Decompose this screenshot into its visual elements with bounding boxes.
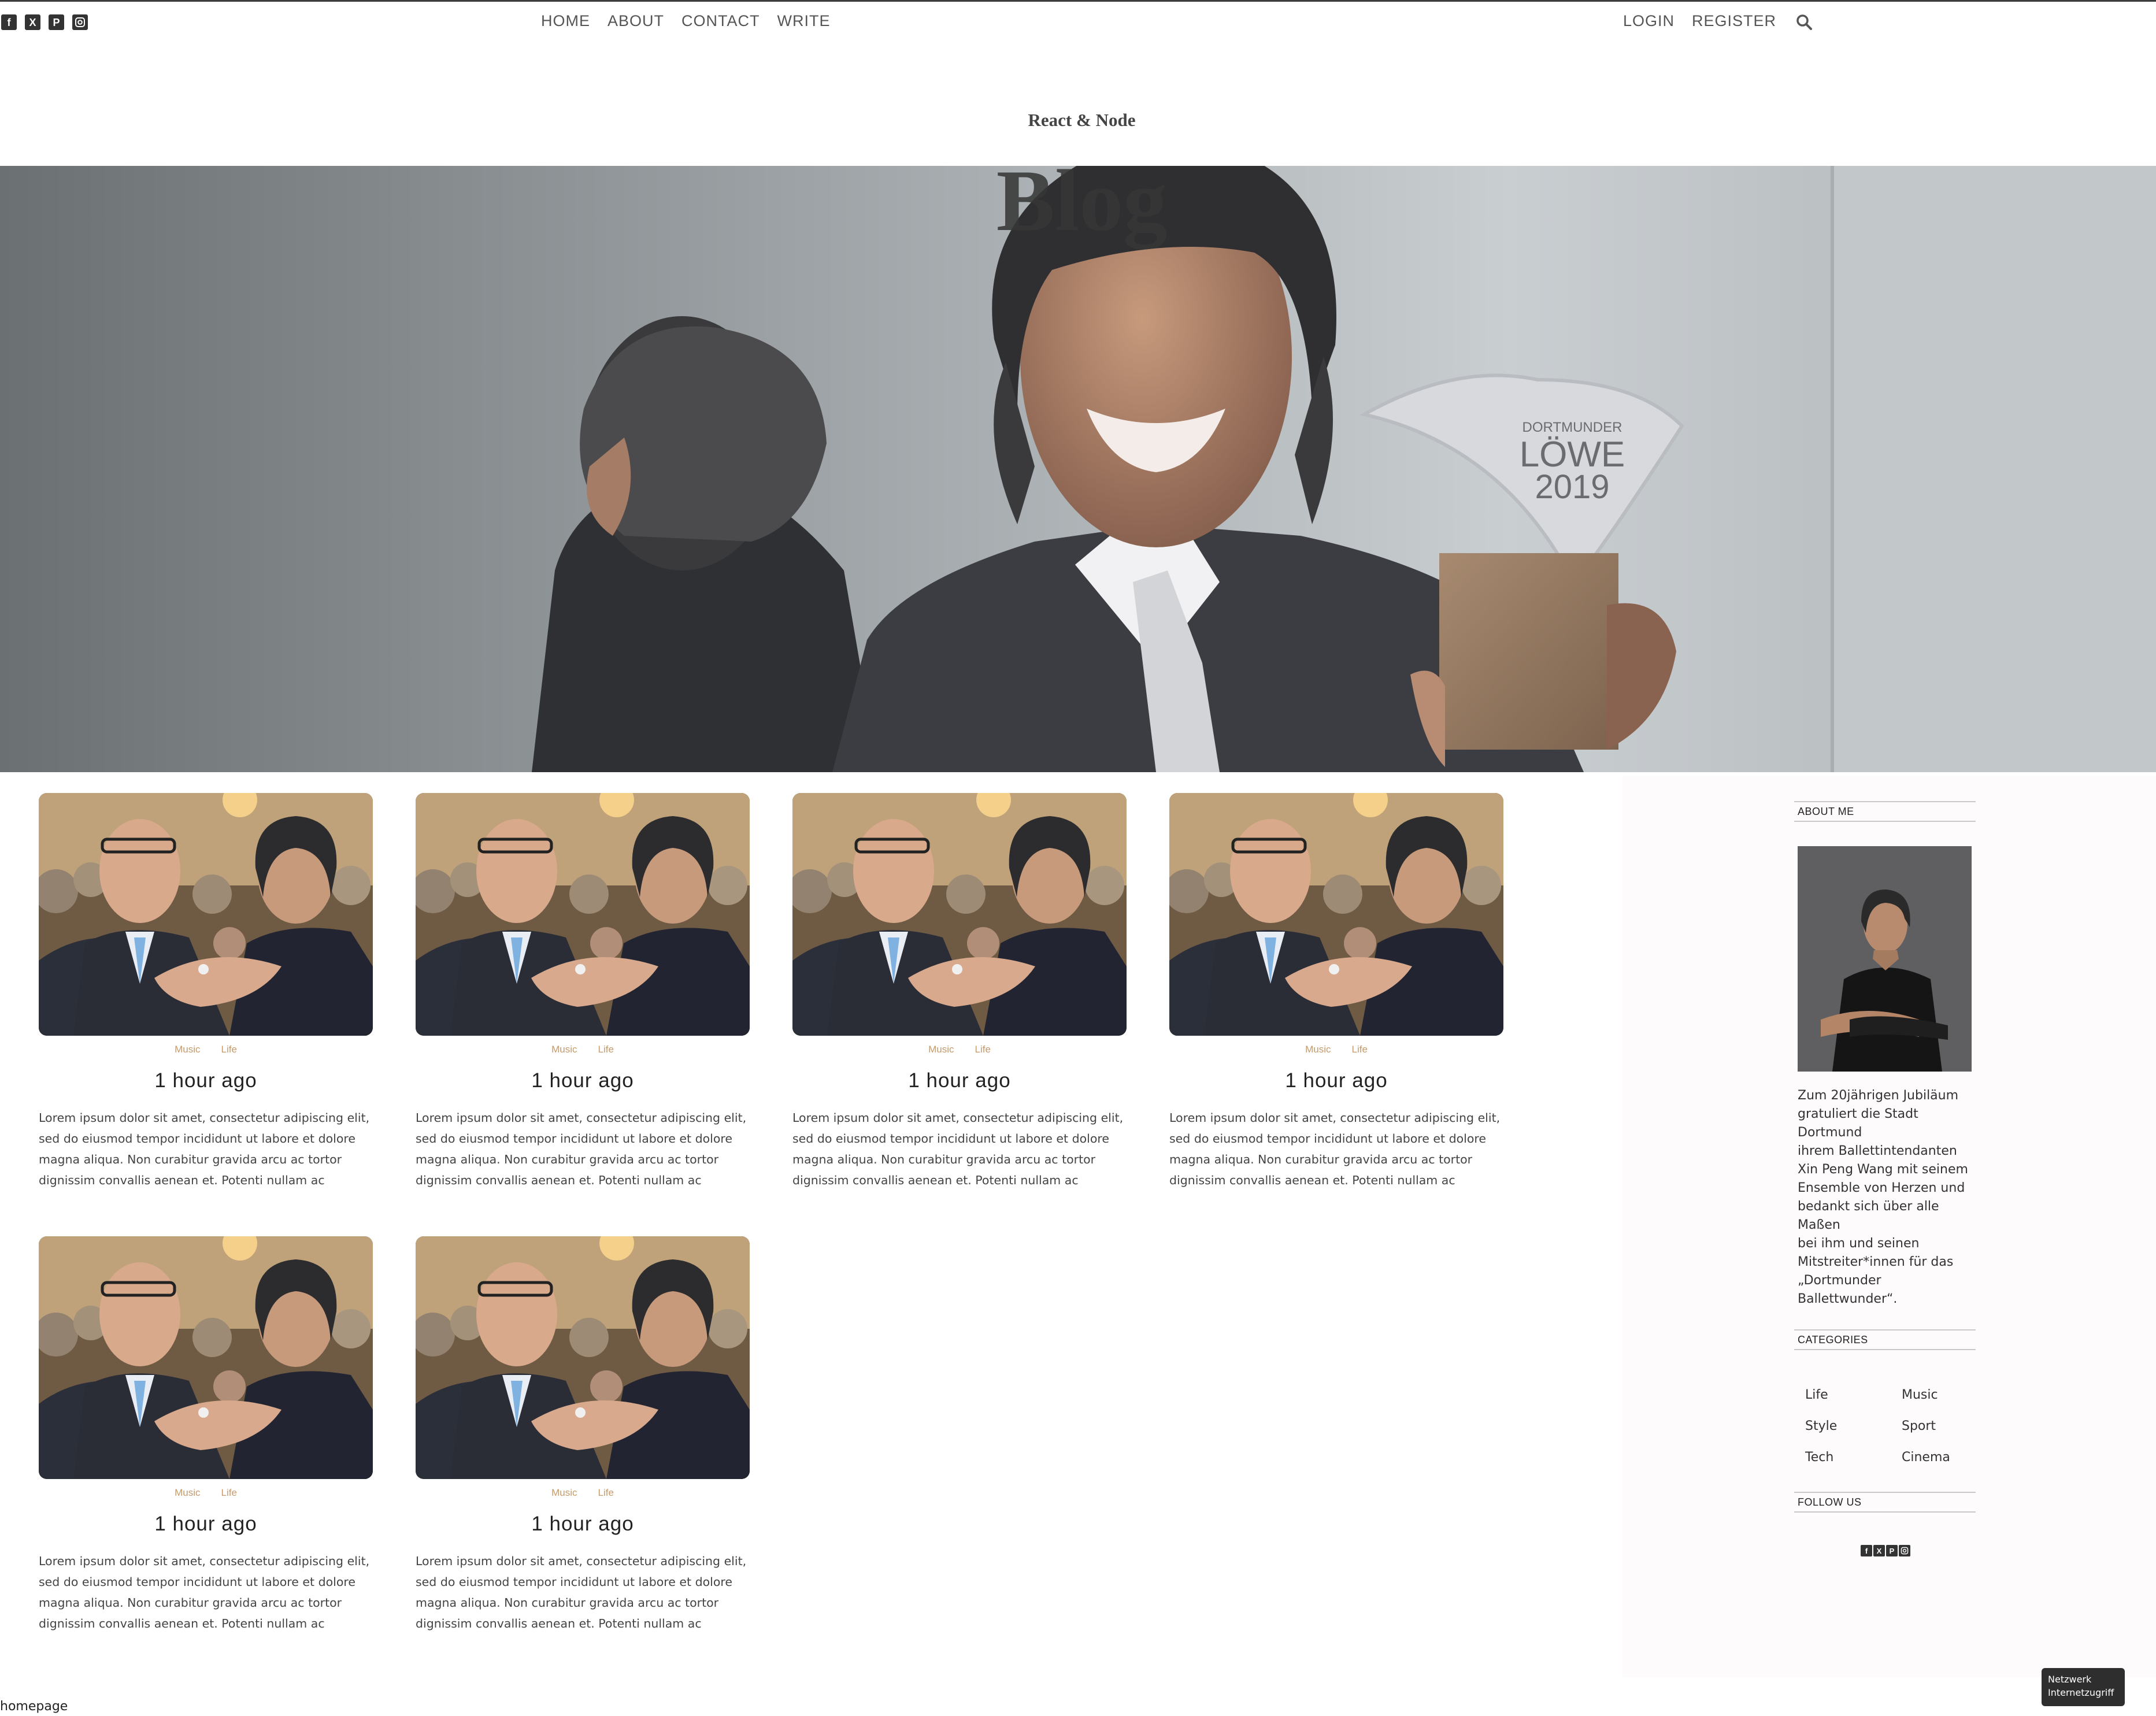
status-bar-url: homepage <box>0 1699 68 1714</box>
post-image[interactable] <box>1169 793 1503 1036</box>
header-subtitle: React & Node <box>1028 110 1136 130</box>
about-line: gratuliert die Stadt <box>1798 1107 1918 1121</box>
post-title[interactable]: 1 hour ago <box>416 1513 750 1536</box>
category-cinema[interactable]: Cinema <box>1902 1448 1979 1467</box>
nav-home[interactable]: HOME <box>541 12 590 30</box>
post: Music Life 1 hour ago Lorem ipsum dolor s… <box>416 793 750 1191</box>
post-categories: Music Life <box>39 1487 373 1502</box>
post-description: Lorem ipsum dolor sit amet, consectetur … <box>1169 1111 1501 1187</box>
post: Music Life 1 hour ago Lorem ipsum dolor s… <box>416 1236 750 1634</box>
auth-links: LOGIN REGISTER <box>1623 12 1776 30</box>
post-category[interactable]: Music <box>1305 1044 1331 1055</box>
x-icon[interactable]: X <box>1873 1545 1885 1556</box>
instagram-icon[interactable] <box>72 14 88 30</box>
post-description: Lorem ipsum dolor sit amet, consectetur … <box>792 1111 1124 1187</box>
post-description: Lorem ipsum dolor sit amet, consectetur … <box>39 1111 370 1187</box>
about-line: „Dortmunder <box>1798 1273 1881 1288</box>
about-line: Ensemble von Herzen und <box>1798 1181 1965 1195</box>
sidebar-about-title: ABOUT ME <box>1794 801 1976 822</box>
post-title[interactable]: 1 hour ago <box>792 1069 1127 1092</box>
post-title[interactable]: 1 hour ago <box>1169 1069 1503 1092</box>
pinterest-icon[interactable]: P <box>1886 1545 1898 1556</box>
post: Music Life 1 hour ago Lorem ipsum dolor s… <box>792 793 1127 1191</box>
category-sport[interactable]: Sport <box>1902 1417 1979 1436</box>
about-line: Dortmund <box>1798 1125 1862 1140</box>
pinterest-icon[interactable]: P <box>49 14 64 30</box>
about-line: bei ihm und seinen <box>1798 1236 1920 1251</box>
about-line: Mitstreiter*innen für das <box>1798 1255 1954 1269</box>
post-category[interactable]: Life <box>1351 1044 1367 1055</box>
header-title: Blog <box>996 152 1168 249</box>
follow-icons: f X P <box>1861 1545 1910 1556</box>
hero-image: DORTMUNDER LÖWE 2019 <box>0 166 2156 772</box>
post-image[interactable] <box>39 1236 373 1479</box>
x-icon[interactable]: X <box>25 14 40 30</box>
post-title[interactable]: 1 hour ago <box>39 1513 373 1536</box>
post: Music Life 1 hour ago Lorem ipsum dolor s… <box>39 1236 373 1634</box>
post-image[interactable] <box>39 793 373 1036</box>
post-image[interactable] <box>416 793 750 1036</box>
about-line: Ballettwunder“. <box>1798 1292 1898 1306</box>
post-description: Lorem ipsum dolor sit amet, consectetur … <box>416 1111 747 1187</box>
post-image[interactable] <box>416 1236 750 1479</box>
post-title[interactable]: 1 hour ago <box>416 1069 750 1092</box>
post-description: Lorem ipsum dolor sit amet, consectetur … <box>39 1554 370 1630</box>
post-categories: Music Life <box>1169 1044 1503 1059</box>
nav-write[interactable]: WRITE <box>777 12 831 30</box>
about-text: Zum 20jährigen Jubiläum gratuliert die S… <box>1798 1087 1977 1309</box>
post-category[interactable]: Music <box>551 1044 577 1055</box>
post-categories: Music Life <box>792 1044 1127 1059</box>
about-image <box>1798 846 1972 1072</box>
post-categories: Music Life <box>416 1487 750 1502</box>
post-category[interactable]: Life <box>598 1044 613 1055</box>
instagram-icon[interactable] <box>1899 1545 1910 1556</box>
category-style[interactable]: Style <box>1805 1417 1902 1436</box>
trophy-line-3: 2019 <box>1535 468 1609 506</box>
category-life[interactable]: Life <box>1805 1386 1902 1404</box>
facebook-icon[interactable]: f <box>1 14 17 30</box>
network-badge-line-2: Internetzugriff <box>2048 1687 2114 1698</box>
about-line: Maßen <box>1798 1218 1840 1232</box>
nav-contact[interactable]: CONTACT <box>681 12 760 30</box>
sidebar-categories-title: CATEGORIES <box>1794 1329 1976 1350</box>
sidebar-follow-title: FOLLOW US <box>1794 1492 1976 1513</box>
post-image[interactable] <box>792 793 1127 1036</box>
post-description: Lorem ipsum dolor sit amet, consectetur … <box>416 1554 747 1630</box>
post: Music Life 1 hour ago Lorem ipsum dolor s… <box>1169 793 1503 1191</box>
category-list: Life Music Style Sport Tech Cinema <box>1805 1386 1979 1467</box>
network-badge: Netzwerk Internetzugriff <box>2042 1668 2125 1706</box>
post-category[interactable]: Music <box>175 1487 200 1498</box>
post-category[interactable]: Music <box>551 1487 577 1498</box>
post-category[interactable]: Music <box>175 1044 200 1055</box>
post-category[interactable]: Life <box>221 1044 236 1055</box>
login-link[interactable]: LOGIN <box>1623 12 1675 30</box>
network-badge-line-1: Netzwerk <box>2048 1674 2092 1685</box>
post-category[interactable]: Music <box>928 1044 954 1055</box>
page: f X P HOME ABOUT CONTACT WRITE LOGIN REG… <box>0 0 2156 1716</box>
top-bar: f X P HOME ABOUT CONTACT WRITE LOGIN REG… <box>0 2 2156 42</box>
nav-about[interactable]: ABOUT <box>607 12 664 30</box>
about-line: Xin Peng Wang mit seinem <box>1798 1162 1968 1177</box>
category-music[interactable]: Music <box>1902 1386 1979 1404</box>
category-tech[interactable]: Tech <box>1805 1448 1902 1467</box>
about-line: ihrem Ballettintendanten <box>1798 1144 1957 1158</box>
post-categories: Music Life <box>39 1044 373 1059</box>
trophy-line-1: DORTMUNDER <box>1522 420 1622 435</box>
about-line: bedankt sich über alle <box>1798 1199 1939 1214</box>
register-link[interactable]: REGISTER <box>1692 12 1776 30</box>
about-line: Zum 20jährigen Jubiläum <box>1798 1088 1959 1103</box>
post-category[interactable]: Life <box>975 1044 990 1055</box>
post-title[interactable]: 1 hour ago <box>39 1069 373 1092</box>
facebook-icon[interactable]: f <box>1861 1545 1872 1556</box>
main-nav: HOME ABOUT CONTACT WRITE <box>541 12 831 30</box>
post: Music Life 1 hour ago Lorem ipsum dolor s… <box>39 793 373 1191</box>
post-category[interactable]: Life <box>221 1487 236 1498</box>
social-icons: f X P <box>1 14 88 30</box>
search-icon[interactable] <box>1795 13 1813 31</box>
post-category[interactable]: Life <box>598 1487 613 1498</box>
post-categories: Music Life <box>416 1044 750 1059</box>
